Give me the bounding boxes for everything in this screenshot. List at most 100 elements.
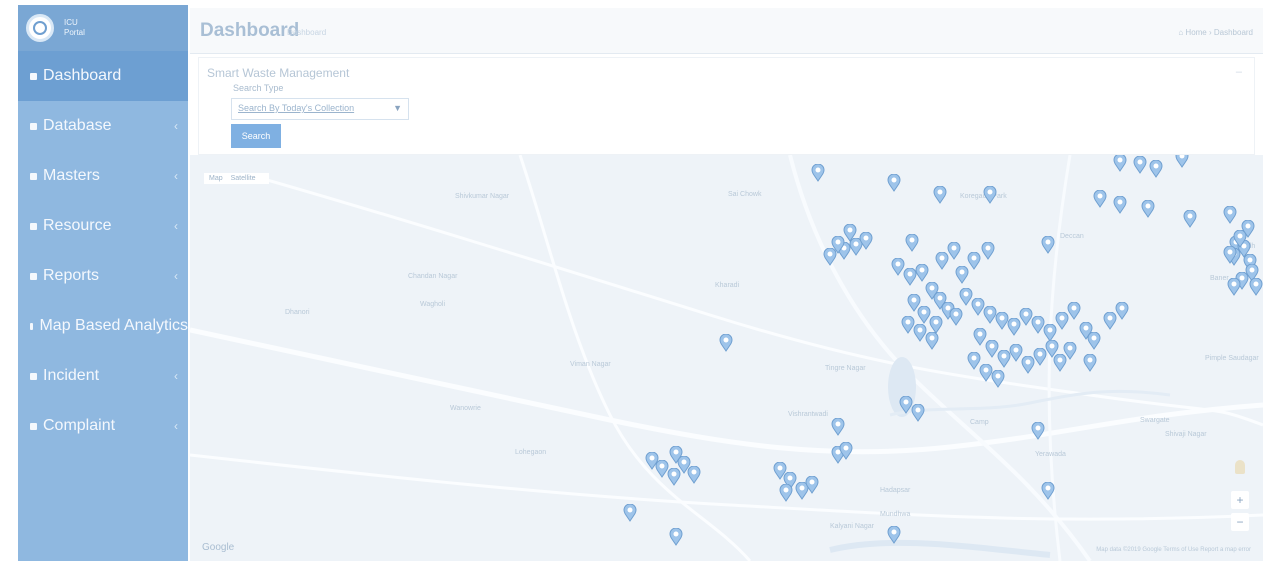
- map-pin-icon[interactable]: [1241, 220, 1255, 238]
- map-pin-icon[interactable]: [949, 308, 963, 326]
- map-pin-icon[interactable]: [1063, 342, 1077, 360]
- map-pin-icon[interactable]: [887, 174, 901, 192]
- map-pin-icon[interactable]: [925, 332, 939, 350]
- map-pin-icon[interactable]: [1041, 482, 1055, 500]
- search-type-select[interactable]: Search By Today's Collection ▼: [231, 98, 409, 120]
- map-pin-icon[interactable]: [1183, 210, 1197, 228]
- map-place-label: Baner: [1210, 275, 1229, 282]
- chevron-left-icon: ‹: [174, 119, 178, 133]
- map-pin-icon[interactable]: [967, 252, 981, 270]
- map-place-label: Vishrantwadi: [788, 411, 828, 418]
- map-pin-icon[interactable]: [887, 526, 901, 544]
- map-pin-icon[interactable]: [911, 404, 925, 422]
- map-place-label: Deccan: [1060, 233, 1084, 240]
- map-pin-icon[interactable]: [915, 264, 929, 282]
- map[interactable]: Shivkumar Nagar Sai Chowk Kharadi Wagholi Ch…: [190, 155, 1263, 561]
- map-pin-icon[interactable]: [831, 236, 845, 254]
- map-pin-icon[interactable]: [1031, 422, 1045, 440]
- chevron-left-icon: ‹: [174, 169, 178, 183]
- topbar: Dashboard Dashboard ⌂ Home › Dashboard: [190, 8, 1263, 54]
- dropdown-arrow-icon: ▼: [393, 103, 402, 113]
- sidebar-item-label: Complaint: [43, 417, 116, 434]
- sidebar-item-masters[interactable]: Masters ‹: [18, 151, 188, 201]
- map-type-satellite[interactable]: Satellite: [231, 175, 256, 182]
- chevron-left-icon: ‹: [174, 219, 178, 233]
- brand-line-1: ICU: [64, 18, 78, 27]
- map-pin-icon[interactable]: [981, 242, 995, 260]
- map-pin-icon[interactable]: [1093, 190, 1107, 208]
- map-pin-icon[interactable]: [905, 234, 919, 252]
- map-pin-icon[interactable]: [1227, 278, 1241, 296]
- map-pin-icon[interactable]: [1223, 246, 1237, 264]
- map-pin-icon[interactable]: [983, 186, 997, 204]
- chevron-left-icon: ‹: [174, 369, 178, 383]
- sidebar-item-resource[interactable]: Resource ‹: [18, 201, 188, 251]
- menu-icon: [30, 322, 34, 330]
- map-pin-icon[interactable]: [1133, 156, 1147, 174]
- map-place-label: Sai Chowk: [728, 191, 762, 198]
- map-pin-icon[interactable]: [1113, 196, 1127, 214]
- map-pin-icon[interactable]: [947, 242, 961, 260]
- map-place-label: Pimple Saudagar: [1205, 355, 1259, 362]
- map-type-map[interactable]: Map: [209, 175, 223, 182]
- sidebar-nav: Dashboard Database ‹ Masters ‹ Resource ‹ Repor…: [18, 51, 188, 451]
- map-pin-icon[interactable]: [1249, 278, 1263, 296]
- map-place-label: Hadapsar: [880, 487, 911, 494]
- map-place-label: Wagholi: [420, 301, 446, 308]
- map-pin-icon[interactable]: [779, 484, 793, 502]
- map-pin-icon[interactable]: [1041, 236, 1055, 254]
- map-pin-icon[interactable]: [623, 504, 637, 522]
- menu-icon: [30, 372, 37, 380]
- map-pin-icon[interactable]: [1149, 160, 1163, 178]
- sidebar-item-reports[interactable]: Reports ‹: [18, 251, 188, 301]
- map-pin-icon[interactable]: [839, 442, 853, 460]
- map-place-label: Viman Nagar: [570, 361, 611, 368]
- map-pin-icon[interactable]: [1087, 332, 1101, 350]
- map-pin-icon[interactable]: [1175, 155, 1189, 168]
- map-pin-icon[interactable]: [1141, 200, 1155, 218]
- brand[interactable]: ICU Portal: [18, 5, 188, 51]
- map-pin-icon[interactable]: [687, 466, 701, 484]
- map-pin-icon[interactable]: [669, 446, 683, 464]
- map-place-label: Mundhwa: [880, 511, 911, 518]
- map-pin-icon[interactable]: [991, 370, 1005, 388]
- pegman-icon[interactable]: [1235, 460, 1245, 474]
- sidebar-item-map-based-analytics[interactable]: Map Based Analytics: [18, 301, 188, 351]
- sidebar-item-database[interactable]: Database ‹: [18, 101, 188, 151]
- map-type-control[interactable]: Map Satellite: [204, 173, 269, 184]
- map-place-label: Shivkumar Nagar: [455, 193, 510, 200]
- breadcrumb[interactable]: ⌂ Home › Dashboard: [1178, 28, 1253, 37]
- map-place-label: Tingre Nagar: [825, 365, 866, 372]
- map-attribution[interactable]: Map data ©2019 Google Terms of Use Repor…: [1096, 547, 1251, 553]
- collapse-icon[interactable]: –: [1236, 66, 1242, 78]
- map-pin-icon[interactable]: [1115, 302, 1129, 320]
- map-pin-icon[interactable]: [1113, 155, 1127, 172]
- map-pin-icon[interactable]: [669, 528, 683, 546]
- map-pin-icon[interactable]: [1067, 302, 1081, 320]
- search-type-label: Search Type: [233, 83, 284, 93]
- map-place-label: Wanowrie: [450, 405, 481, 412]
- sidebar-item-dashboard[interactable]: Dashboard: [18, 51, 188, 101]
- sidebar-item-label: Database: [43, 117, 112, 134]
- sidebar-item-label: Incident: [43, 367, 100, 384]
- menu-icon: [30, 122, 37, 130]
- map-pin-icon[interactable]: [811, 164, 825, 182]
- search-panel: Smart Waste Management – Search Type Sea…: [198, 57, 1255, 155]
- map-pin-icon[interactable]: [1083, 354, 1097, 372]
- map-pin-icon[interactable]: [843, 224, 857, 242]
- sidebar-item-incident[interactable]: Incident ‹: [18, 351, 188, 401]
- map-pin-icon[interactable]: [831, 418, 845, 436]
- map-pin-icon[interactable]: [859, 232, 873, 250]
- map-pin-icon[interactable]: [933, 186, 947, 204]
- map-pin-icon[interactable]: [1223, 206, 1237, 224]
- sidebar-item-label: Map Based Analytics: [39, 317, 188, 334]
- map-place-label: Yerawada: [1035, 451, 1066, 458]
- sidebar-item-complaint[interactable]: Complaint ‹: [18, 401, 188, 451]
- map-pin-icon[interactable]: [719, 334, 733, 352]
- map-pin-icon[interactable]: [805, 476, 819, 494]
- zoom-in-button[interactable]: +: [1231, 491, 1249, 509]
- map-place-label: Kharadi: [715, 282, 740, 289]
- brand-line-2: Portal: [64, 28, 85, 37]
- search-button[interactable]: Search: [231, 124, 281, 148]
- zoom-out-button[interactable]: −: [1231, 513, 1249, 531]
